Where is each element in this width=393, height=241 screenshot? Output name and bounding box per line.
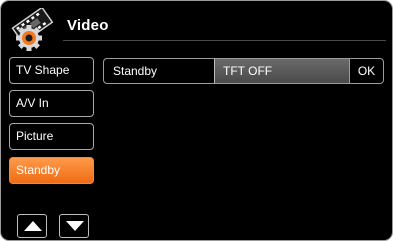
sidebar-item-tv-shape[interactable]: TV Shape <box>9 57 94 84</box>
sidebar-item-picture[interactable]: Picture <box>9 123 94 150</box>
setting-label: Standby <box>103 58 215 84</box>
sidebar-item-av-in[interactable]: A/V In <box>9 90 94 117</box>
scroll-down-button[interactable] <box>59 214 89 238</box>
screen: Video TV Shape A/V In Picture Standby St… <box>0 0 393 241</box>
sidebar-item-standby[interactable]: Standby <box>9 157 94 184</box>
page-title: Video <box>67 17 109 34</box>
ok-button[interactable]: OK <box>349 58 384 84</box>
setting-value[interactable]: TFT OFF <box>214 58 350 84</box>
scroll-up-button[interactable] <box>17 214 47 238</box>
film-gear-icon <box>9 6 61 54</box>
header-divider <box>63 40 386 41</box>
